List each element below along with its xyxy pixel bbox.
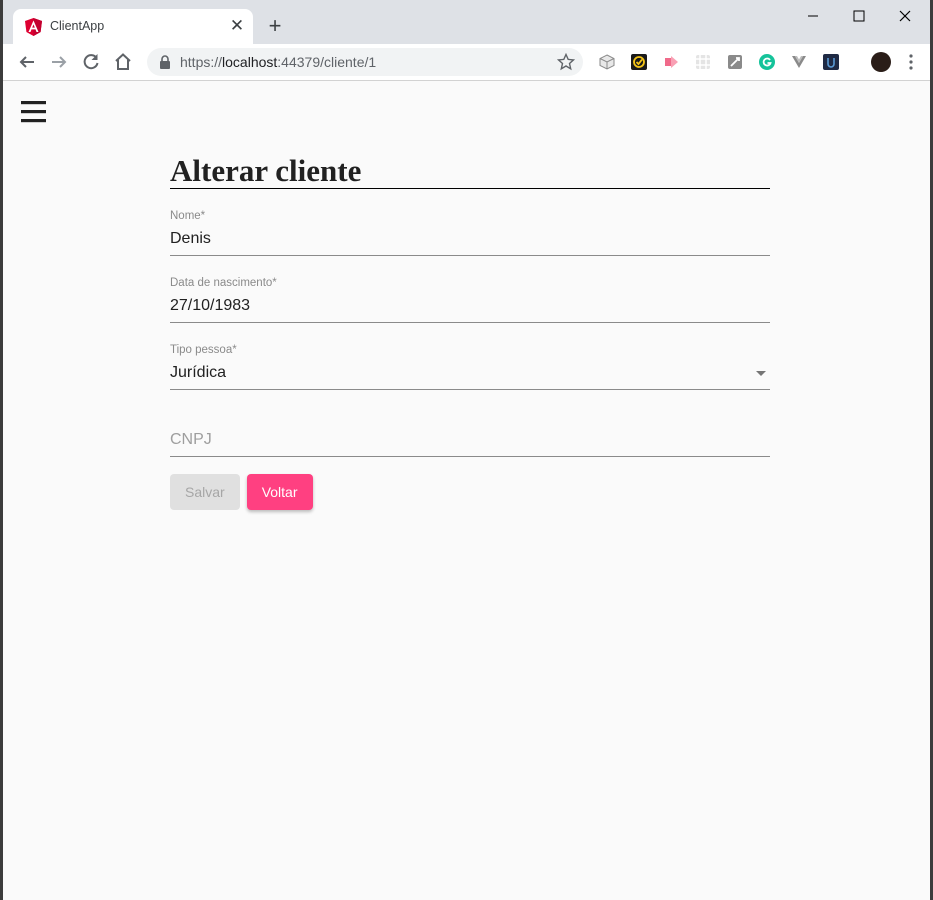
browser-tab[interactable]: ClientApp ✕ [13,9,253,44]
cnpj-input[interactable] [170,431,750,449]
maximize-icon[interactable] [836,4,882,28]
tab-strip: ClientApp ✕ + [3,0,930,44]
back-icon[interactable] [15,50,39,74]
dark-extension-icon[interactable] [823,54,839,70]
close-tab-icon[interactable]: ✕ [227,16,247,36]
person-type-value: Jurídica [170,364,227,381]
back-button[interactable]: Voltar [246,474,313,510]
client-form: Alterar cliente Nome* Data de nascimento… [170,150,770,457]
person-type-select[interactable]: Tipo pessoa* Jurídica [170,323,770,390]
address-bar[interactable]: https://localhost:44379/cliente/1 [147,48,583,76]
bookmark-star-icon[interactable] [557,53,575,71]
birthdate-field[interactable]: Data de nascimento* [170,256,770,323]
cnpj-field[interactable] [170,390,770,457]
minimize-icon[interactable] [790,4,836,28]
name-input[interactable] [170,230,750,248]
birthdate-label: Data de nascimento* [170,277,277,289]
browser-toolbar: https://localhost:44379/cliente/1 [3,44,930,81]
browser-window: ClientApp ✕ + https://localhost:44379/cl… [0,0,933,900]
page-title: Alterar cliente [170,150,770,189]
form-actions: Salvar Voltar [170,474,320,510]
lock-icon [160,55,170,69]
grid-extension-icon[interactable] [695,54,711,70]
check-extension-icon[interactable] [631,54,647,70]
dropdown-arrow-icon[interactable] [756,371,766,376]
profile-avatar[interactable] [871,52,891,72]
tab-title: ClientApp [50,19,105,33]
name-field[interactable]: Nome* [170,189,770,256]
close-window-icon[interactable] [882,4,928,28]
save-button[interactable]: Salvar [170,474,240,510]
url-host: localhost [222,54,278,70]
url-path: :44379/cliente/1 [277,54,377,70]
share-extension-icon[interactable] [663,54,679,70]
edit-extension-icon[interactable] [727,54,743,70]
hamburger-menu-icon[interactable] [21,99,49,125]
url-text: https://localhost:44379/cliente/1 [180,54,376,70]
name-label: Nome* [170,210,206,222]
birthdate-input[interactable] [170,297,750,315]
url-scheme: https:// [180,54,223,70]
person-type-label: Tipo pessoa* [170,344,237,356]
reload-icon[interactable] [79,50,103,74]
grammarly-icon[interactable] [759,54,775,70]
cube-extension-icon[interactable] [599,54,615,70]
forward-icon[interactable] [47,50,71,74]
menu-kebab-icon[interactable] [903,52,919,72]
home-icon[interactable] [111,50,135,74]
new-tab-icon[interactable]: + [263,14,287,38]
vue-devtools-icon[interactable] [791,54,807,70]
angular-icon [25,18,42,36]
